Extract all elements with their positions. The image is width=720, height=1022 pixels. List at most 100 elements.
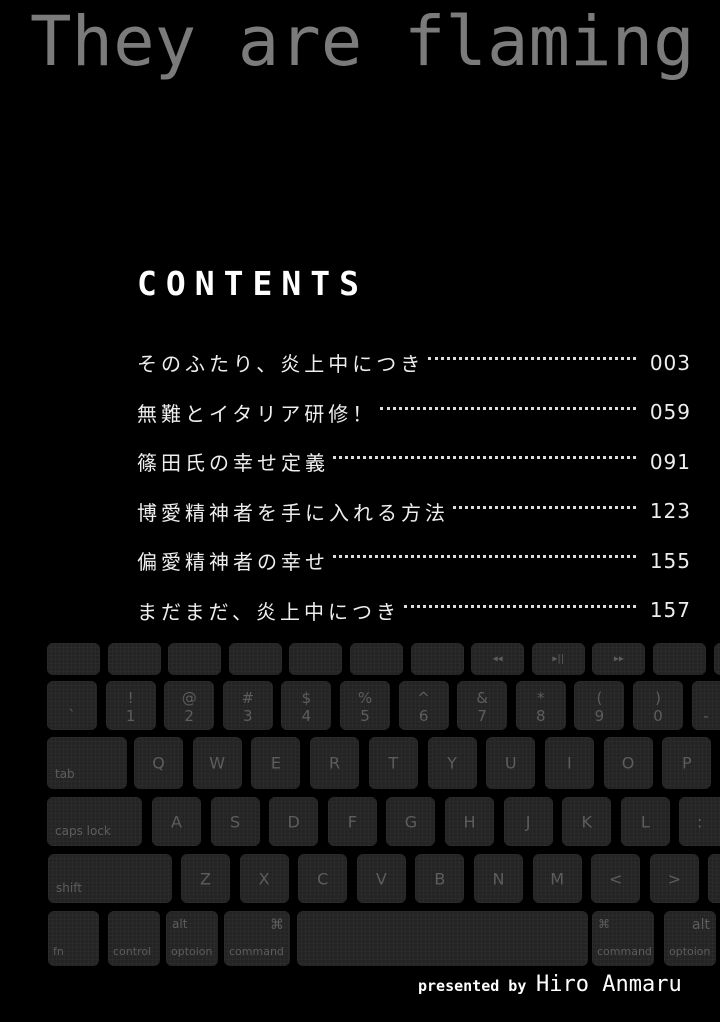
key-label: shift <box>56 881 82 895</box>
key: caps lock <box>47 797 142 846</box>
key: R <box>310 737 360 789</box>
key-label: R <box>329 753 341 773</box>
key-label: ▸|| <box>552 653 565 665</box>
key <box>708 854 720 903</box>
key-label: ◂◂ <box>492 653 503 665</box>
key-label: 9 <box>594 707 605 725</box>
key: alt optoion <box>664 911 716 966</box>
key-label: Y <box>447 753 457 773</box>
key-label: O <box>621 753 635 773</box>
key: X <box>239 854 289 903</box>
toc-entry: そのふたり、炎上中につき 003 <box>137 338 691 388</box>
key: tab <box>47 737 127 789</box>
key <box>107 643 161 675</box>
toc-title: 無難とイタリア研修！ <box>137 401 377 426</box>
key <box>47 643 100 675</box>
key: #3 <box>222 681 273 730</box>
key: Q <box>134 737 183 789</box>
key-label: 2 <box>184 707 194 725</box>
key: < <box>591 854 641 903</box>
key-label: I <box>567 753 572 773</box>
key-label: G <box>404 812 418 831</box>
key: (9 <box>574 681 625 730</box>
key <box>228 643 282 675</box>
key-label: fn <box>53 945 64 958</box>
key-label: ` <box>68 707 76 725</box>
dot-leader <box>453 505 636 509</box>
key: D <box>269 797 319 846</box>
key-label: W <box>209 753 226 773</box>
toc-entry: 偏愛精神者の幸せ 155 <box>137 536 691 586</box>
key-shift-label: & <box>476 689 489 707</box>
key-label: J <box>525 812 531 831</box>
key: C <box>298 854 348 903</box>
key-shift-label: @ <box>181 689 197 707</box>
key-label: 3 <box>243 707 253 725</box>
key-label: control <box>113 945 152 958</box>
key: $4 <box>281 681 332 730</box>
dot-leader <box>333 555 636 559</box>
toc-entry: まだまだ、炎上中につき 157 <box>137 586 691 636</box>
toc-entry: 博愛精神者を手に入れる方法 123 <box>137 487 691 537</box>
author-name: Hiro Anmaru <box>536 972 682 997</box>
toc-page: 091 <box>649 449 691 474</box>
key-label: D <box>287 812 300 831</box>
key: ! 1 <box>105 681 156 730</box>
toc-page: 059 <box>649 400 691 425</box>
key-label: H <box>463 812 476 831</box>
contents-heading: CONTENTS <box>137 264 368 303</box>
key-label: optoion <box>669 945 711 958</box>
dot-leader <box>428 357 636 361</box>
key: O <box>603 737 653 789</box>
key <box>410 643 464 675</box>
key-label: 4 <box>301 707 312 725</box>
key: E <box>251 737 301 789</box>
key: U <box>486 737 536 789</box>
key: W <box>192 737 242 789</box>
key-label: V <box>375 869 387 888</box>
key-label: M <box>550 869 564 888</box>
key-shift-label: ( <box>596 689 603 707</box>
key <box>713 643 720 675</box>
key: A <box>152 797 201 846</box>
key-shift-label: * <box>537 689 545 707</box>
key <box>653 643 706 675</box>
key-label: 1 <box>125 707 136 725</box>
toc-title: そのふたり、炎上中につき <box>137 352 425 377</box>
key: : <box>679 797 720 846</box>
key: G <box>386 797 436 846</box>
key: control <box>108 911 160 966</box>
key: ▸|| <box>531 643 585 675</box>
key-shift-label: % <box>357 689 373 707</box>
table-of-contents: そのふたり、炎上中につき 003 無難とイタリア研修！ 059 篠田氏の幸せ定義 09… <box>137 338 691 635</box>
key-label: < <box>608 869 623 888</box>
key: ^ 6 <box>398 681 449 730</box>
toc-page: 155 <box>649 548 691 573</box>
key-label: 7 <box>477 707 487 725</box>
toc-title: まだまだ、炎上中につき <box>137 599 400 624</box>
key-label: K <box>581 812 592 831</box>
key <box>168 643 222 675</box>
toc-entry: 篠田氏の幸せ定義 091 <box>137 437 691 487</box>
key-top-label: alt <box>692 917 710 933</box>
key-label: L <box>640 812 650 831</box>
key-label: B <box>434 869 446 888</box>
key: I <box>544 737 594 789</box>
key: F <box>327 797 377 846</box>
key: alt optoion <box>166 911 218 966</box>
key: Z <box>181 854 230 903</box>
key: K <box>562 797 612 846</box>
key: Y <box>427 737 477 789</box>
key: ▸▸ <box>592 643 646 675</box>
key: ` <box>47 681 97 730</box>
key: N <box>474 854 523 903</box>
dot-leader <box>404 604 636 608</box>
key: * 8 <box>515 681 566 730</box>
key-label: A <box>171 812 182 831</box>
key: J <box>503 797 553 846</box>
key-label: E <box>270 753 281 773</box>
key <box>350 643 403 675</box>
key: L <box>620 797 670 846</box>
key-label: X <box>258 869 270 888</box>
toc-page: 157 <box>649 598 691 623</box>
